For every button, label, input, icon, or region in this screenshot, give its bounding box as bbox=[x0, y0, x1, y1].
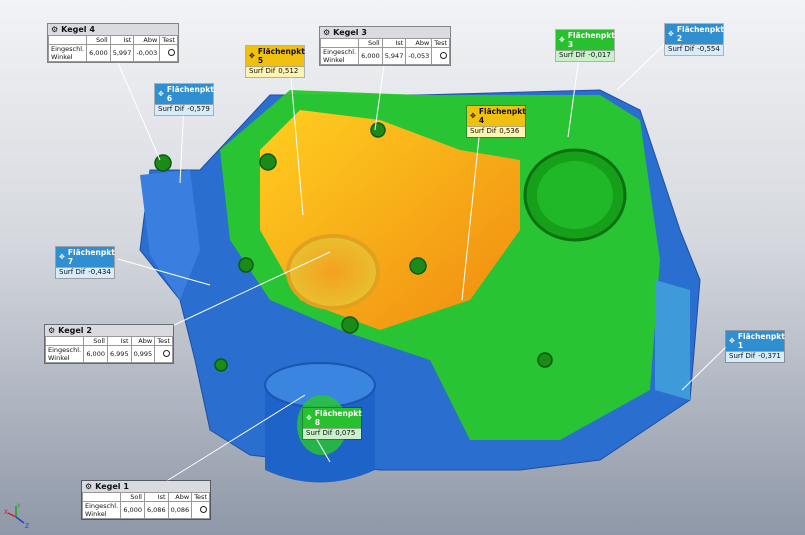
3d-part-viewport[interactable] bbox=[0, 0, 805, 535]
cone-icon: ⚙ bbox=[323, 28, 331, 37]
kegel-4-panel[interactable]: ⚙ Kegel 4 Soll Ist Abw Test Eingeschl. Winke… bbox=[47, 24, 179, 62]
point-icon: ✥ bbox=[470, 111, 476, 120]
flaechenpkt-7-tag[interactable]: ✥ Flächenpkt 7 Surf Dif -0,434 bbox=[56, 247, 115, 278]
point-icon: ✥ bbox=[306, 413, 312, 422]
flaechenpkt-6-tag[interactable]: ✥ Flächenpkt 6 Surf Dif -0,579 bbox=[155, 84, 214, 115]
test-status-icon bbox=[200, 505, 207, 513]
flaechenpkt-1-tag[interactable]: ✥ Flächenpkt 1 Surf Dif -0,371 bbox=[726, 331, 785, 362]
point-icon: ✥ bbox=[729, 336, 735, 345]
cone-icon: ⚙ bbox=[48, 326, 56, 335]
kegel-3-panel[interactable]: ⚙ Kegel 3 Soll Ist Abw Test Eingeschl. Winke… bbox=[319, 27, 451, 65]
point-icon: ✥ bbox=[59, 252, 65, 261]
flaechenpkt-2-tag[interactable]: ✥ Flächenpkt 2 Surf Dif -0,554 bbox=[665, 24, 724, 55]
flaechenpkt-4-tag[interactable]: ✥ Flächenpkt 4 Surf Dif 0,536 bbox=[467, 106, 526, 137]
axis-x-label: X bbox=[4, 509, 8, 516]
axis-z-label: Z bbox=[25, 523, 29, 530]
test-status-icon bbox=[168, 48, 176, 56]
right-bracket bbox=[655, 280, 690, 400]
kegel-2-panel[interactable]: ⚙ Kegel 2 Soll Ist Abw Test Eingeschl. Winke… bbox=[44, 325, 173, 363]
flaechenpkt-5-tag[interactable]: ✥ Flächenpkt 5 Surf Dif 0,512 bbox=[246, 46, 305, 77]
point-icon: ✥ bbox=[158, 89, 164, 98]
point-icon: ✥ bbox=[249, 51, 255, 60]
axis-y-label: Y bbox=[16, 503, 21, 510]
flaechenpkt-3-tag[interactable]: ✥ Flächenpkt 3 Surf Dif -0,017 bbox=[556, 30, 615, 61]
cone-icon: ⚙ bbox=[51, 25, 59, 34]
test-status-icon bbox=[163, 349, 170, 357]
cone-icon: ⚙ bbox=[85, 482, 93, 491]
axis-triad: X Y Z bbox=[4, 503, 34, 533]
point-icon: ✥ bbox=[668, 29, 674, 38]
test-status-icon bbox=[440, 51, 448, 59]
center-bore bbox=[286, 234, 380, 310]
flaechenpkt-8-tag[interactable]: ✥ Flächenpkt 8 Surf Dif 0,075 bbox=[303, 408, 362, 439]
kegel-1-panel[interactable]: ⚙ Kegel 1 Soll Ist Abw Test Eingeschl. Winke… bbox=[81, 481, 210, 519]
point-icon: ✥ bbox=[559, 35, 565, 44]
